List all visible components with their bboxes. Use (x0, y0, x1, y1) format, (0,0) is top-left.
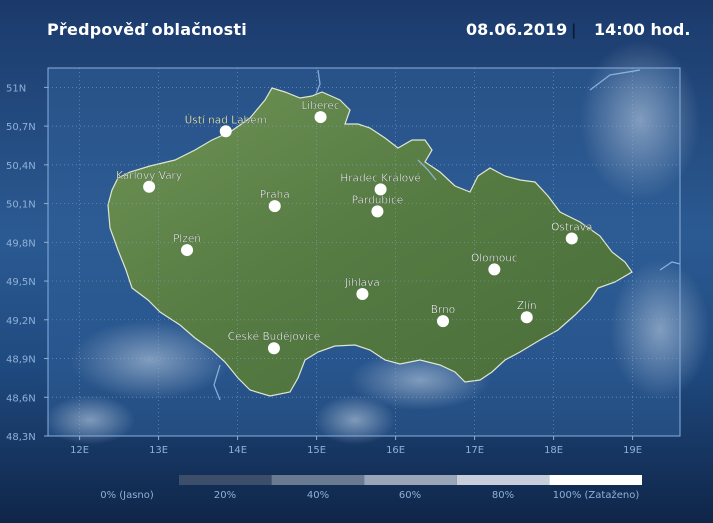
lat-label: 48,6N (6, 393, 36, 404)
city-dot (181, 244, 194, 257)
city-dot (565, 232, 578, 245)
city-label: Ústí nad Labem (185, 113, 267, 126)
city-label: Brno (431, 304, 455, 316)
header-date: 08.06.2019 (466, 20, 568, 39)
lon-label: 17E (465, 445, 484, 456)
city-label: Plzeň (173, 233, 201, 245)
lat-label: 49,8N (6, 238, 36, 249)
lat-label: 50,1N (6, 200, 36, 211)
city-dot (314, 111, 327, 124)
city-dot (437, 315, 449, 328)
lat-label: 49,2N (6, 316, 36, 327)
lat-label: 50,4N (6, 161, 36, 172)
lat-label: 48,9N (6, 355, 36, 366)
city-label: Hradec Králové (340, 172, 421, 184)
lon-label: 12E (70, 445, 89, 456)
legend-segment (179, 475, 272, 485)
lat-label: 48,3N (6, 432, 36, 443)
city-label: Olomouc (471, 252, 518, 264)
city-label: Praha (260, 189, 290, 201)
legend-segment (549, 475, 642, 485)
city-dot (219, 125, 232, 138)
header-title: Předpověď oblačnosti (47, 20, 247, 39)
lon-label: 18E (544, 445, 563, 456)
legend-label: 0% (Jasno) (100, 490, 154, 501)
legend-segment (271, 475, 365, 485)
lon-label: 14E (228, 445, 247, 456)
city-label: Ostrava (551, 221, 592, 233)
lat-label: 50,7N (6, 122, 36, 133)
lon-label: 15E (307, 445, 326, 456)
city-dot (520, 311, 533, 324)
city-label: České Budějovice (228, 330, 320, 343)
latitude-labels: 51N 50,7N 50,4N 50,1N 49,8N 49,5N 49,2N 48,9N 48… (6, 83, 48, 443)
header-separator: | (571, 21, 577, 39)
legend-segment (364, 475, 457, 485)
city-dot (143, 180, 156, 193)
legend-label: 20% (214, 490, 236, 501)
city-label: Jihlava (344, 277, 380, 289)
cloud-forecast-map: 51N 50,7N 50,4N 50,1N 49,8N 49,5N 49,2N 48,9N 48… (6, 40, 710, 501)
lat-label: 49,5N (6, 277, 36, 288)
city-label: Liberec (301, 100, 339, 112)
city-dot (268, 200, 281, 213)
legend-segment (456, 475, 550, 485)
legend-label: 60% (399, 490, 421, 501)
city-dot (371, 205, 384, 218)
city-dot (267, 342, 280, 355)
city-label: Pardubice (352, 194, 404, 206)
legend-label: 80% (492, 490, 514, 501)
cloud-legend: 0% (Jasno) 20% 40% 60% 80% 100% (Zataženo) (100, 475, 642, 501)
city-dot (488, 263, 501, 276)
lon-label: 13E (149, 445, 168, 456)
legend-label: 100% (Zataženo) (553, 489, 640, 501)
lon-label: 19E (623, 445, 642, 456)
lat-label: 51N (6, 83, 26, 94)
legend-label: 40% (307, 490, 329, 501)
city-label: Karlovy Vary (116, 170, 182, 182)
city-dot (356, 287, 369, 300)
city-label: Zlín (517, 300, 537, 312)
lon-label: 16E (386, 445, 405, 456)
header-time: 14:00 hod. (594, 20, 691, 39)
